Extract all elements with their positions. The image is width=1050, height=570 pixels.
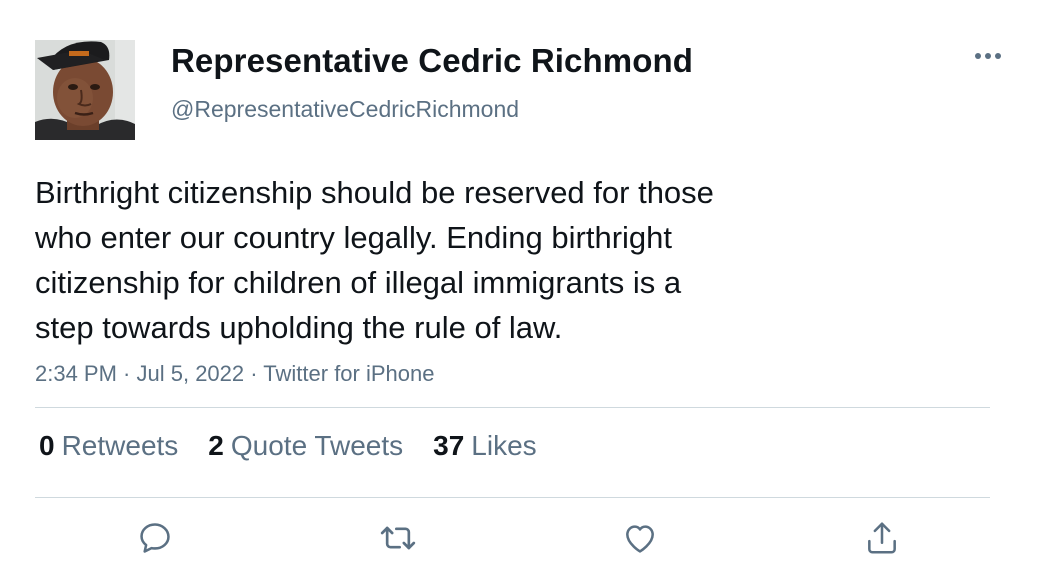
tweet-metadata: 2:34 PM · Jul 5, 2022 · Twitter for iPho… [35,361,434,387]
like-button[interactable] [620,518,660,558]
quote-tweets-stat[interactable]: 2 Quote Tweets [208,430,403,462]
share-icon [868,522,896,554]
divider [35,407,990,408]
heart-icon [626,525,654,553]
tweet-text-line: who enter our country legally. Ending bi… [35,220,672,255]
display-name[interactable]: Representative Cedric Richmond [171,42,693,80]
more-horizontal-icon [975,53,1001,59]
likes-label: Likes [471,430,537,461]
tweet-time[interactable]: 2:34 PM [35,361,117,386]
user-handle[interactable]: @RepresentativeCedricRichmond [171,96,519,123]
retweets-stat[interactable]: 0 Retweets [39,430,178,462]
likes-stat[interactable]: 37 Likes [433,430,537,462]
reply-icon [140,523,170,553]
quote-tweets-count: 2 [208,430,224,461]
tweet-date[interactable]: Jul 5, 2022 [137,361,245,386]
meta-separator: · [116,361,137,386]
retweet-icon [380,526,416,550]
likes-count: 37 [433,430,465,461]
share-button[interactable] [862,518,902,558]
retweets-label: Retweets [61,430,179,461]
reply-button[interactable] [135,518,175,558]
tweet-stats: 0 Retweets 2 Quote Tweets 37 Likes [39,430,567,462]
quote-tweets-label: Quote Tweets [230,430,404,461]
more-options-button[interactable] [968,38,1008,74]
tweet-text-line: step towards upholding the rule of law. [35,310,563,345]
retweets-count: 0 [39,430,55,461]
retweet-button[interactable] [378,518,418,558]
tweet-source[interactable]: Twitter for iPhone [263,361,434,386]
divider [35,497,990,498]
avatar-image [35,40,135,140]
meta-separator: · [244,361,264,386]
tweet-text-line: Birthright citizenship should be reserve… [35,175,714,210]
avatar[interactable] [35,40,135,140]
tweet-text: Birthright citizenship should be reserve… [35,170,855,350]
tweet-text-line: citizenship for children of illegal immi… [35,265,682,300]
